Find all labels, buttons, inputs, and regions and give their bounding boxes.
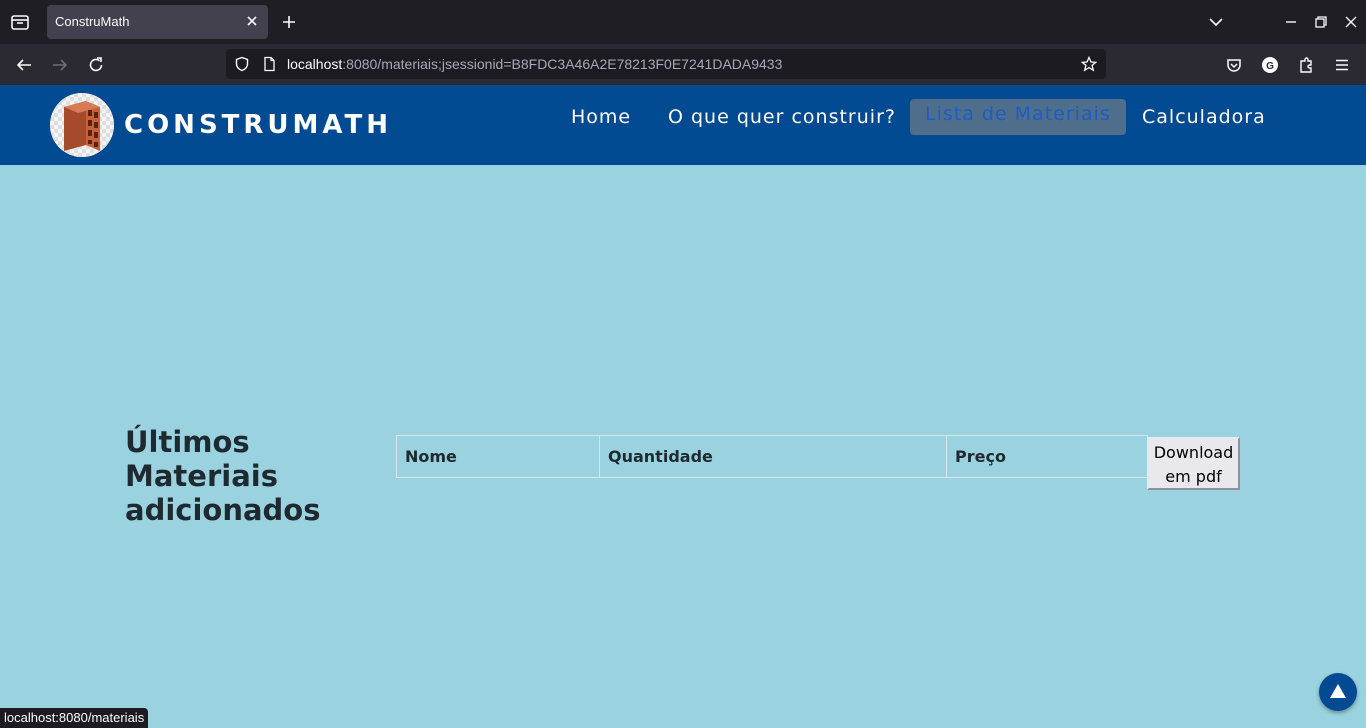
menu-icon[interactable] [1333, 56, 1351, 74]
close-window-icon[interactable] [1343, 14, 1359, 30]
pocket-icon[interactable] [1225, 56, 1243, 74]
page-content: CONSTRUMATH Home O que quer construir? L… [0, 85, 1366, 728]
tab-list-icon[interactable] [10, 12, 30, 32]
minimize-icon[interactable] [1283, 14, 1299, 30]
tab-title: ConstruMath [55, 14, 130, 29]
url-text[interactable]: localhost:8080/materiais;jsessionid=B8FD… [287, 56, 782, 72]
brand-name[interactable]: CONSTRUMATH [124, 110, 392, 140]
column-header-quantidade: Quantidade [599, 435, 947, 478]
nav-home[interactable]: Home [571, 106, 631, 136]
close-icon[interactable] [244, 13, 260, 29]
materials-table: Nome Quantidade Preço [396, 435, 1148, 478]
forward-icon[interactable] [51, 56, 69, 74]
restore-icon[interactable] [1313, 14, 1329, 30]
extensions-icon[interactable] [1297, 56, 1315, 74]
account-icon[interactable]: G [1261, 56, 1279, 74]
browser-tab[interactable]: ConstruMath [47, 5, 268, 39]
nav-o-que-quer-construir[interactable]: O que quer construir? [668, 106, 896, 136]
plus-icon[interactable] [281, 14, 297, 30]
back-icon[interactable] [15, 56, 33, 74]
scroll-to-top-button[interactable] [1319, 673, 1357, 711]
url-host: localhost [287, 56, 343, 72]
browser-nav-bar: localhost:8080/materiais;jsessionid=B8FD… [0, 44, 1366, 85]
url-bar[interactable]: localhost:8080/materiais;jsessionid=B8FD… [226, 49, 1106, 79]
star-icon[interactable] [1080, 55, 1098, 72]
nav-lista-de-materiais[interactable]: Lista de Materiais [910, 99, 1126, 135]
brick-logo-icon[interactable] [50, 93, 114, 157]
column-header-preco: Preço [946, 435, 1148, 478]
svg-text:G: G [1266, 61, 1274, 72]
shield-icon[interactable] [234, 56, 250, 72]
triangle-up-icon [1330, 684, 1346, 698]
chevron-down-icon[interactable] [1208, 14, 1224, 30]
column-header-nome: Nome [396, 435, 600, 478]
status-link-preview: localhost:8080/materiais [0, 708, 149, 728]
section-title: Últimos Materiais adicionados [125, 425, 321, 527]
site-header: CONSTRUMATH Home O que quer construir? L… [0, 85, 1366, 165]
nav-calculadora[interactable]: Calculadora [1142, 106, 1266, 136]
reload-icon[interactable] [87, 56, 105, 74]
download-pdf-button[interactable]: Download em pdf [1147, 437, 1240, 490]
table-header-row: Nome Quantidade Preço [396, 435, 1148, 478]
url-path: :8080/materiais;jsessionid=B8FDC3A46A2E7… [342, 56, 783, 72]
page-icon[interactable] [261, 56, 277, 72]
browser-tab-bar: ConstruMath [0, 0, 1366, 44]
